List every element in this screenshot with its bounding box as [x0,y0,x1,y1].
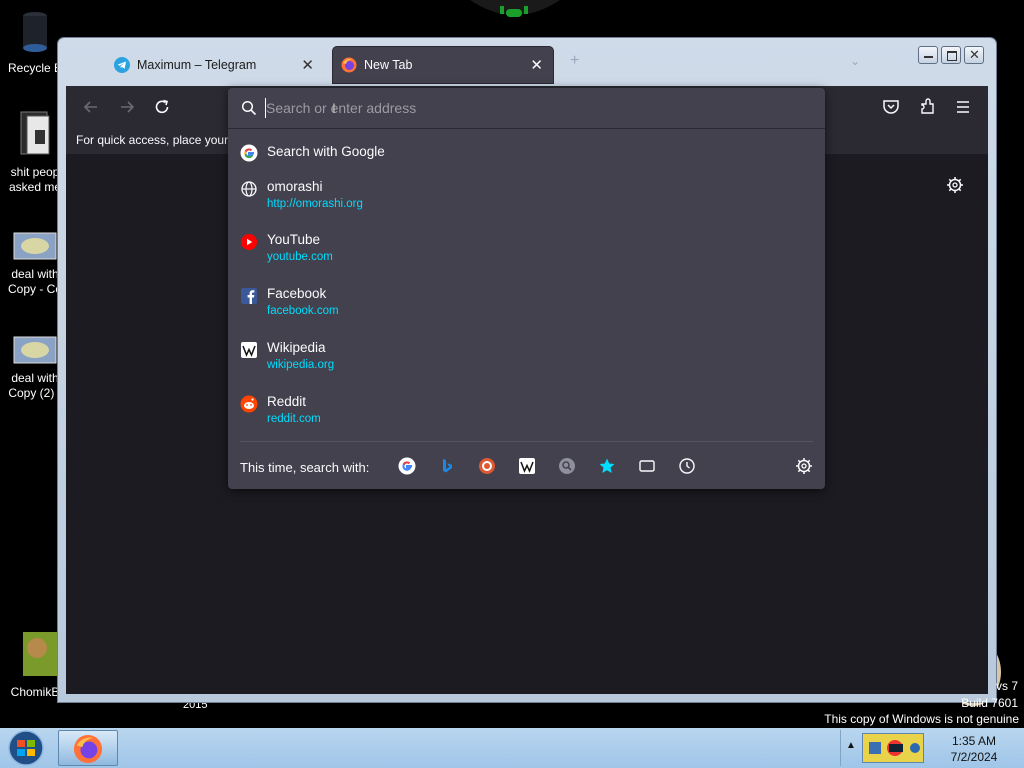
suggestion-url: http://omorashi.org [267,198,363,210]
suggestion-url: facebook.com [267,305,339,317]
bing-icon[interactable] [438,457,456,475]
pocket-icon[interactable] [880,96,902,118]
suggestion-title: omorashi [267,179,323,194]
extensions-icon[interactable] [917,96,939,118]
firefox-icon [341,57,357,73]
telegram-icon [114,57,130,73]
oneoff-divider [240,441,813,442]
tray-separator [840,730,841,766]
wikipedia-icon[interactable] [518,457,536,475]
desktop-icon-image-copy[interactable]: deal with Copy - Co [4,232,66,297]
folder-icon [20,111,50,155]
desktop-icon-image-copy-2[interactable]: deal with Copy (2) - [4,336,66,401]
duckduckgo-icon[interactable] [478,457,496,475]
not-genuine-notice: This copy of Windows is not genuine [824,712,1019,726]
image-file-icon [13,336,57,364]
oneoff-search-bar: This time, search with: [228,448,825,484]
urlbar[interactable]: Search or enter address [228,88,825,129]
tray-app-icons[interactable] [862,733,924,763]
youtube-icon [241,234,257,250]
search-engine-icon[interactable] [558,457,576,475]
urlbar-placeholder[interactable]: Search or enter address [266,100,416,116]
desktop-gadget-decoration [470,0,560,17]
suggestion-url: reddit.com [267,413,321,425]
reddit-icon [240,395,258,413]
suggestion-title: Search with Google [267,144,385,159]
close-window-button[interactable]: ✕ [964,46,984,64]
tab-label: Maximum – Telegram [137,58,257,72]
reload-icon[interactable] [151,96,173,118]
clock-time: 1:35 AM [951,734,997,748]
suggestion-title: YouTube [267,232,321,247]
suggestion-title: Wikipedia [267,340,326,355]
minimize-button[interactable] [918,46,938,64]
suggestion-title: Facebook [267,286,327,301]
suggestion-url: youtube.com [267,251,333,263]
desktop-icon-label: Recycle B [7,61,63,75]
google-icon[interactable] [398,457,416,475]
close-icon: ✕ [969,47,980,62]
bookmarks-star-icon[interactable] [598,457,616,475]
globe-icon [241,181,257,197]
search-icon [241,100,257,116]
desktop-icon-chomikbox[interactable]: ChomikB [4,630,66,700]
maximize-button[interactable] [941,46,961,64]
tab-telegram[interactable]: Maximum – Telegram ✕ [106,47,324,83]
facebook-icon [241,288,257,304]
windows-start-button[interactable] [6,730,46,766]
desktop-icon-label-line2: Copy - Co [7,282,63,296]
new-tab-button[interactable]: + [570,52,579,70]
oneoff-search-label: This time, search with: [240,460,370,475]
wikipedia-icon [241,342,257,358]
show-hidden-icons-arrow[interactable]: ▲ [846,740,856,751]
ibeam-cursor: I [332,100,336,116]
suggestion-url: wikipedia.org [267,359,335,371]
hamburger-menu-icon[interactable] [952,96,974,118]
back-arrow-icon[interactable] [80,96,102,118]
taskbar-firefox-button[interactable] [58,730,118,766]
desktop-icon-label-line2: Copy (2) - [8,386,62,400]
windows-build-text: Build 7601 [961,696,1018,710]
minimize-icon [924,56,933,58]
bookmarks-hint-text: For quick access, place your b [76,133,239,147]
desktop-icon-recycle-bin[interactable]: Recycle B [4,10,66,76]
history-icon[interactable] [678,457,696,475]
list-all-tabs-icon[interactable]: ⌄ [850,54,860,68]
google-icon [240,144,258,162]
desktop-icon-label-line2: asked me [8,180,62,194]
desktop-icon-label: shit peop [10,165,60,179]
firefox-icon [73,734,103,764]
newtab-settings-gear-icon[interactable] [946,176,964,194]
clock-date: 7/2/2024 [950,750,998,764]
desktop-icon-label: deal with [11,371,59,385]
tab-bar: Maximum – Telegram ✕ New Tab ✕ + ⌄ ✕ [58,38,996,86]
close-tab-icon[interactable]: ✕ [301,56,314,74]
desktop-icon-label: ChomikB [10,685,60,699]
suggestion-row-youtube[interactable]: YouTube youtube.com [228,231,825,283]
forward-arrow-icon[interactable] [116,96,138,118]
suggestion-row-wikipedia[interactable]: Wikipedia wikipedia.org [228,339,825,391]
windows-version-text: vs 7 [995,679,1018,693]
desktop-icon-folder[interactable]: shit peop asked me [4,108,66,195]
recycle-bin-icon [23,12,47,52]
settings-gear-icon[interactable] [795,457,813,475]
maximize-icon [947,51,957,61]
close-tab-icon[interactable]: ✕ [530,56,543,74]
suggestion-row-reddit[interactable]: Reddit reddit.com [228,393,825,445]
image-file-icon [13,232,57,260]
suggestion-row-omorashi[interactable]: omorashi http://omorashi.org [228,178,825,230]
tab-new-tab[interactable]: New Tab ✕ [333,47,553,83]
urlbar-dropdown: Search or enter address Search with Goog… [228,88,825,489]
suggestion-title: Reddit [267,394,307,409]
tray-icons [869,740,920,756]
chomikbox-icon [23,632,57,676]
suggestion-row-facebook[interactable]: Facebook facebook.com [228,285,825,337]
taskbar-clock[interactable]: 1:35 AM 7/2/2024 [934,733,1014,765]
tabs-icon[interactable] [638,457,656,475]
desktop-icon-label: deal with [11,267,59,281]
tab-label: New Tab [364,58,413,72]
